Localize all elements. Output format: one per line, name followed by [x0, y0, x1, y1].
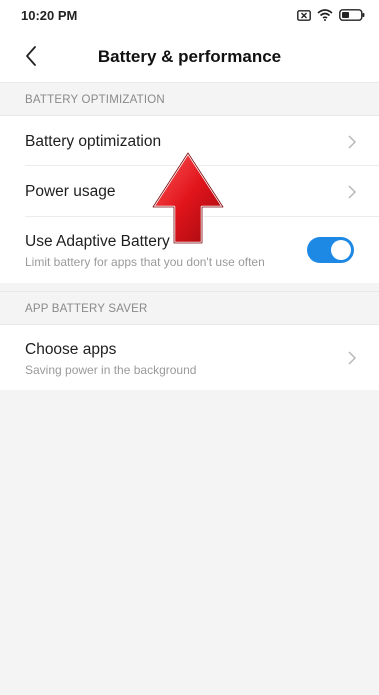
chevron-right-icon [348, 351, 357, 365]
choose-apps-item[interactable]: Choose apps Saving power in the backgrou… [0, 325, 379, 390]
power-usage-label: Power usage [25, 183, 116, 200]
page-title: Battery & performance [97, 47, 282, 66]
section-title: BATTERY OPTIMIZATION [25, 94, 165, 106]
status-bar: 10:20 PM [0, 0, 379, 30]
wifi-icon [317, 9, 333, 21]
section-header-battery-optimization: BATTERY OPTIMIZATION [0, 82, 379, 116]
sim-x-icon [297, 9, 311, 21]
chevron-right-icon [348, 185, 357, 199]
adaptive-battery-subtitle: Limit battery for apps that you don't us… [25, 255, 265, 269]
battery-icon [339, 9, 365, 21]
app-header: Battery & performance [0, 30, 379, 82]
battery-optimization-label: Battery optimization [25, 133, 162, 150]
red-up-arrow-icon [151, 151, 225, 245]
adaptive-battery-toggle[interactable] [307, 237, 354, 263]
status-time: 10:20 PM [21, 8, 78, 23]
adaptive-battery-label: Use Adaptive Battery [25, 233, 170, 250]
chevron-right-icon [348, 135, 357, 149]
section-title: APP BATTERY SAVER [25, 303, 148, 315]
choose-apps-label: Choose apps [25, 341, 117, 358]
status-icons [297, 7, 365, 23]
choose-apps-subtitle: Saving power in the background [25, 363, 197, 377]
section-header-app-battery-saver: APP BATTERY SAVER [0, 291, 379, 325]
toggle-knob [331, 240, 351, 260]
